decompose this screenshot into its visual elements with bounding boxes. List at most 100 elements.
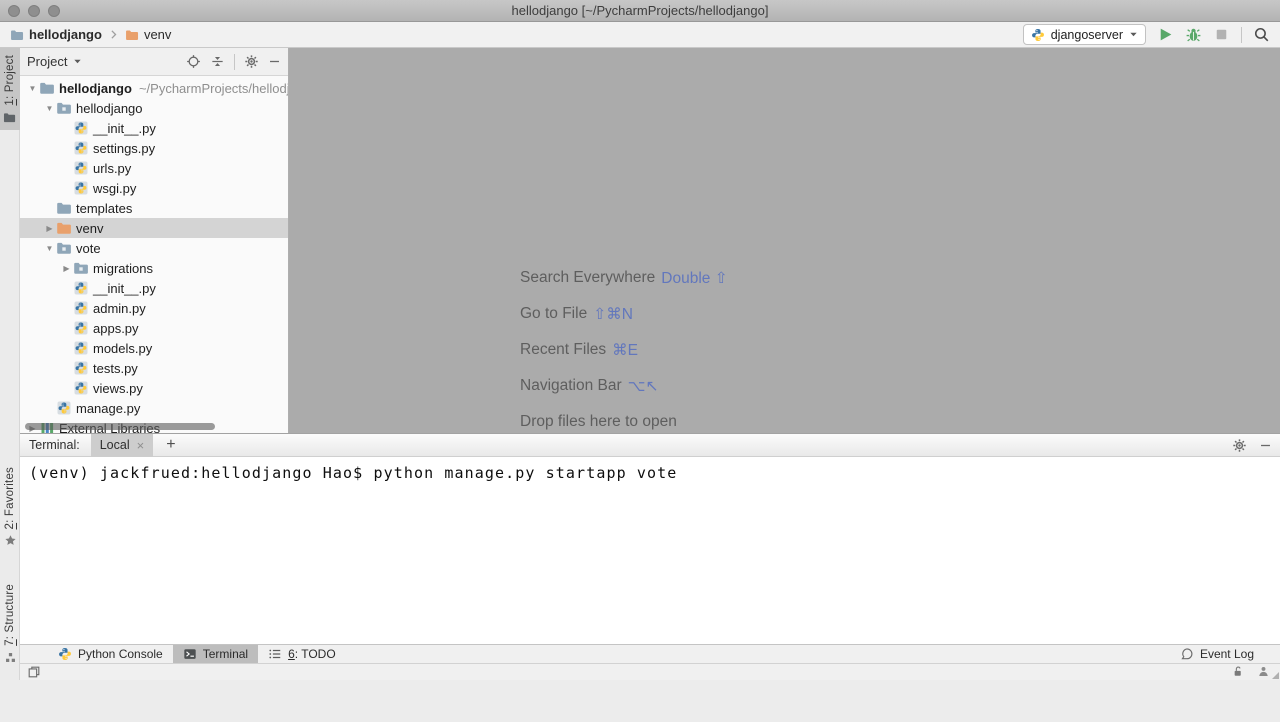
- status-bar: [20, 663, 1280, 680]
- tree-item[interactable]: views.py: [20, 378, 288, 398]
- unlocked-padlock-icon[interactable]: [1231, 665, 1244, 678]
- tree-item[interactable]: ▼ vote: [20, 238, 288, 258]
- tree-item[interactable]: templates: [20, 198, 288, 218]
- terminal-tab-local[interactable]: Local ×: [91, 434, 153, 457]
- folder-blue-icon: [39, 80, 55, 96]
- tool-window-bar: Python ConsoleTerminal 6: TODO Event Log: [20, 644, 1280, 663]
- folder-blue-icon: [56, 200, 72, 216]
- hide-panel-icon[interactable]: [268, 55, 281, 68]
- tree-arrow-down-icon[interactable]: ▼: [43, 104, 56, 113]
- tree-item[interactable]: ▼ hellodjango: [20, 98, 288, 118]
- pyfile-icon: [73, 280, 89, 296]
- tree-item[interactable]: manage.py: [20, 398, 288, 418]
- toolwindow-toggle-icon[interactable]: [27, 665, 41, 679]
- title-bar: hellodjango [~/PycharmProjects/hellodjan…: [0, 0, 1280, 22]
- breadcrumb-item[interactable]: hellodjango: [8, 26, 104, 43]
- breadcrumb: hellodjango venv: [8, 26, 173, 43]
- collapse-all-icon[interactable]: [210, 54, 225, 69]
- editor-area[interactable]: Search EverywhereDouble ⇧Go to File⇧⌘NRe…: [289, 48, 1280, 433]
- maximize-window-button[interactable]: [48, 5, 60, 17]
- tree-item-label: venv: [76, 221, 103, 236]
- tree-arrow-down-icon[interactable]: ▼: [26, 84, 39, 93]
- project-tool-window: Project ▼ hellodjango ~/PycharmProjects/he…: [20, 48, 289, 433]
- tree-item-label: __init__.py: [93, 281, 156, 296]
- tree-item[interactable]: __init__.py: [20, 278, 288, 298]
- tree-arrow-down-icon[interactable]: ▼: [43, 244, 56, 253]
- shortcut-hint: Search EverywhereDouble ⇧: [520, 260, 728, 296]
- debug-button[interactable]: [1185, 26, 1202, 43]
- folder-pkg-icon: [56, 100, 72, 116]
- hector-person-icon[interactable]: [1257, 665, 1270, 678]
- toolwindow-button-6-todo[interactable]: 6: TODO: [258, 645, 346, 663]
- tool-stripe-tab[interactable]: 2: Favorites: [0, 460, 20, 554]
- tree-item[interactable]: admin.py: [20, 298, 288, 318]
- breadcrumb-item[interactable]: venv: [123, 26, 173, 43]
- gear-icon[interactable]: [244, 54, 259, 69]
- tree-item[interactable]: models.py: [20, 338, 288, 358]
- shortcut-hint: Navigation Bar⌥↖: [520, 368, 728, 404]
- toolwindow-button-python-console[interactable]: Python Console: [48, 645, 173, 663]
- folder-orange-icon: [56, 220, 72, 236]
- empty-editor-shortcuts: Search EverywhereDouble ⇧Go to File⇧⌘NRe…: [520, 260, 728, 440]
- pyfile-icon: [73, 380, 89, 396]
- shortcut-keys: ⇧⌘N: [593, 305, 633, 324]
- close-window-button[interactable]: [8, 5, 20, 17]
- tree-item-label: migrations: [93, 261, 153, 276]
- search-everywhere-button[interactable]: [1253, 26, 1270, 43]
- close-icon[interactable]: ×: [137, 438, 145, 453]
- tree-item[interactable]: ▶ venv: [20, 218, 288, 238]
- tree-item-label: wsgi.py: [93, 181, 136, 196]
- structure-icon: [4, 651, 17, 664]
- resize-grip[interactable]: [1272, 672, 1279, 679]
- toolwindow-button-terminal[interactable]: Terminal: [173, 645, 258, 663]
- pyfile-icon: [73, 160, 89, 176]
- shortcut-hint: Recent Files⌘E: [520, 332, 728, 368]
- tree-item[interactable]: tests.py: [20, 358, 288, 378]
- todolist-icon: [268, 647, 282, 661]
- project-view-select[interactable]: Project: [27, 54, 82, 69]
- folder-blue-icon: [10, 28, 24, 42]
- terminal-output[interactable]: (venv) jackfrued:hellodjango Hao$ python…: [20, 457, 1280, 644]
- tree-item[interactable]: settings.py: [20, 138, 288, 158]
- tree-item[interactable]: urls.py: [20, 158, 288, 178]
- shortcut-label: Drop files here to open: [520, 413, 677, 431]
- pyfile-icon: [73, 300, 89, 316]
- run-config-select[interactable]: djangoserver: [1023, 24, 1146, 45]
- event-log-button[interactable]: Event Log: [1180, 645, 1254, 663]
- tree-item-label: hellodjango: [76, 101, 143, 116]
- pyfile-icon: [73, 140, 89, 156]
- terminal-command-line: (venv) jackfrued:hellodjango Hao$ python…: [29, 464, 677, 482]
- tool-stripe-tab[interactable]: 1: Project: [0, 48, 20, 130]
- tool-stripe-tab[interactable]: 7: Structure: [0, 577, 20, 670]
- run-config-label: djangoserver: [1051, 28, 1123, 42]
- tree-item[interactable]: ▼hellodjango~/PycharmProjects/hellodjang…: [20, 78, 288, 98]
- hide-panel-icon[interactable]: [1259, 439, 1272, 452]
- tree-item-label: apps.py: [93, 321, 139, 336]
- tree-item-label: vote: [76, 241, 101, 256]
- run-toolbar: djangoserver: [1023, 24, 1270, 45]
- toolbar-divider: [234, 54, 235, 70]
- gear-icon[interactable]: [1232, 438, 1247, 453]
- tree-item[interactable]: ▶ migrations: [20, 258, 288, 278]
- tree-item[interactable]: __init__.py: [20, 118, 288, 138]
- folder-pkg-icon: [73, 260, 89, 276]
- horizontal-scrollbar[interactable]: [25, 423, 215, 430]
- minimize-window-button[interactable]: [28, 5, 40, 17]
- project-tree: ▼ hellodjango ~/PycharmProjects/hellodjang…: [20, 76, 288, 433]
- locate-file-icon[interactable]: [186, 54, 201, 69]
- tree-arrow-right-icon[interactable]: ▶: [43, 224, 56, 233]
- run-button[interactable]: [1157, 26, 1174, 43]
- tree-item[interactable]: apps.py: [20, 318, 288, 338]
- toolwindow-button-label: 6: TODO: [288, 647, 336, 661]
- folder-orange-icon: [125, 28, 139, 42]
- project-panel-title: Project: [27, 54, 67, 69]
- stop-button[interactable]: [1213, 26, 1230, 43]
- new-terminal-session-button[interactable]: +: [166, 436, 175, 454]
- pyfile-icon: [73, 340, 89, 356]
- shortcut-hint: Drop files here to open: [520, 404, 728, 440]
- tree-arrow-right-icon[interactable]: ▶: [60, 264, 73, 273]
- tree-item[interactable]: wsgi.py: [20, 178, 288, 198]
- tree-item-path: ~/PycharmProjects/hellodjango: [139, 81, 288, 96]
- shortcut-hint: Go to File⇧⌘N: [520, 296, 728, 332]
- tool-stripe-label: 1: Project: [4, 55, 16, 106]
